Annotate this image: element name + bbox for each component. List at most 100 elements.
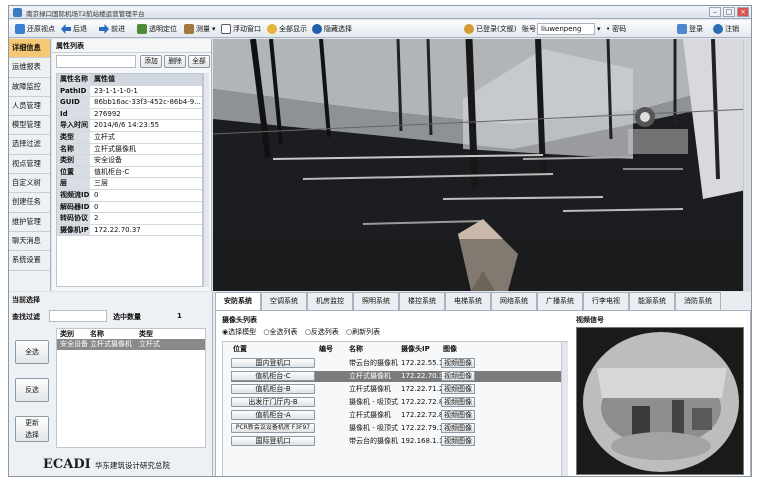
tab-network[interactable]: 网络系统 — [491, 292, 537, 310]
view-video-button[interactable]: 视频图像 — [441, 371, 475, 381]
account-label: 账号 — [522, 25, 536, 33]
view-video-button[interactable]: 视频图像 — [441, 436, 475, 446]
table-row[interactable]: 类型 立杆式 — [57, 131, 202, 144]
sidebar-item-people[interactable]: 人员管理 — [9, 97, 50, 117]
sidebar-item-filter[interactable]: 选择过滤 — [9, 135, 50, 155]
location-button[interactable]: 出发厅门厅内-B — [231, 397, 315, 407]
table-row[interactable]: Id 276992 — [57, 108, 202, 121]
location-button[interactable]: 值机柜台-A — [231, 410, 315, 420]
camera-table-scrollbar[interactable] — [561, 342, 568, 476]
tab-building-control[interactable]: 楼控系统 — [399, 292, 445, 310]
tab-machine-room[interactable]: 机房监控 — [307, 292, 353, 310]
tab-hvac[interactable]: 空调系统 — [261, 292, 307, 310]
sidebar-item-chat[interactable]: 聊天消息 — [9, 232, 50, 252]
sidebar-item-reports[interactable]: 运维报表 — [9, 58, 50, 78]
close-button[interactable]: × — [737, 7, 749, 17]
invert-selection-button[interactable]: 反选 — [15, 378, 49, 402]
sidebar-item-faults[interactable]: 故障监控 — [9, 78, 50, 97]
view-video-button[interactable]: 视频图像 — [441, 423, 475, 433]
minimize-button[interactable]: – — [709, 7, 721, 17]
tab-broadcast[interactable]: 广播系统 — [537, 292, 583, 310]
filter-label: 查找过滤 — [12, 313, 40, 321]
count-value: 1 — [177, 312, 182, 320]
location-button[interactable]: 国内登机口 — [231, 358, 315, 368]
select-all-button[interactable]: 全选 — [15, 340, 49, 364]
3d-viewport[interactable] — [213, 39, 751, 291]
view-video-button[interactable]: 视频图像 — [441, 358, 475, 368]
update-selection-button[interactable]: 更新 选择 — [15, 416, 49, 442]
table-row[interactable]: 层三层 — [57, 178, 202, 190]
account-input[interactable]: liuwenpeng — [537, 23, 595, 35]
location-button[interactable]: 值机柜台-C — [231, 371, 315, 381]
footer-logo: ECADI 华东建筑设计研究总院 — [43, 457, 170, 472]
password-field[interactable]: • 密码 — [606, 23, 626, 35]
table-row[interactable]: 出发厅门厅内-B 摄像机 - 吸顶式 172.22.72.82 视频图像 — [231, 397, 564, 408]
login-button[interactable]: 登录 — [677, 23, 703, 35]
delete-button[interactable]: 删除 — [164, 55, 186, 68]
tab-baggage-tv[interactable]: 行李电视 — [583, 292, 629, 310]
forward-button[interactable]: 前进 — [99, 23, 125, 35]
hide-selection-button[interactable]: 隐藏选择 — [312, 23, 352, 35]
measure-button[interactable]: 测量 ▾ — [184, 23, 216, 35]
table-row[interactable]: 值机柜台-A 立杆式摄像机 172.22.72.84 视频图像 — [231, 410, 564, 421]
video-signal-title: 视频信号 — [576, 316, 604, 324]
app-icon — [13, 8, 22, 17]
sidebar-item-create-task[interactable]: 创建任务 — [9, 193, 50, 213]
table-row[interactable]: 视频流ID 0 — [57, 189, 202, 202]
user-icon — [464, 24, 474, 34]
table-row[interactable]: 类别 安全设备 — [57, 155, 202, 167]
table-row[interactable]: 国内登机口 带云台的摄像机 172.22.55.12 视频图像 — [231, 358, 564, 369]
video-feed[interactable] — [576, 327, 744, 475]
show-all-button[interactable]: 全部显示 — [267, 23, 307, 35]
selection-title: 当前选择 — [12, 296, 40, 304]
table-row[interactable]: 摄像机IP 172.22.70.37 — [57, 224, 202, 237]
sidebar-item-details[interactable]: 详细信息 — [9, 39, 50, 59]
maximize-button[interactable]: □ — [723, 7, 735, 17]
table-row[interactable]: PCR新会议设备机房 F3F97 摄像机 - 吸顶式 172.22.79.11 … — [231, 423, 564, 434]
table-row[interactable]: 导入时间 2014/6/6 14:23:55 — [57, 120, 202, 132]
selection-list: 类别 名称 类型 安全设备 立杆式摄像机 立杆式 — [56, 328, 206, 448]
tab-fire[interactable]: 消防系统 — [675, 292, 721, 310]
window-icon — [221, 24, 231, 34]
view-video-button[interactable]: 视频图像 — [441, 397, 475, 407]
viewport-scrollbar[interactable] — [743, 39, 751, 291]
tab-energy[interactable]: 能源系统 — [629, 292, 675, 310]
table-row[interactable]: 解码器ID 0 — [57, 201, 202, 214]
table-row[interactable]: 转码协议 2 — [57, 213, 202, 225]
sidebar-item-models[interactable]: 模型管理 — [9, 116, 50, 136]
table-row[interactable]: 位置 值机柜台-C — [57, 166, 202, 179]
attribute-search-input[interactable] — [56, 55, 136, 68]
attribute-panel: 属性列表 添加 删除 全部 属性名称 属性值 PathID 23-1-1-1-0-1… — [52, 39, 212, 291]
logout-button[interactable]: 注销 — [713, 23, 739, 35]
sidebar-item-viewpoints[interactable]: 视点管理 — [9, 155, 50, 175]
sidebar-item-custom-tree[interactable]: 自定义树 — [9, 174, 50, 194]
account-dropdown-icon[interactable]: ▾ — [597, 23, 601, 35]
tab-elevator[interactable]: 电梯系统 — [445, 292, 491, 310]
restore-view-button[interactable]: 还原视点 — [15, 23, 55, 35]
back-button[interactable]: 后退 — [61, 23, 87, 35]
view-video-button[interactable]: 视频图像 — [441, 410, 475, 420]
radio-icon[interactable]: ○ — [305, 328, 311, 336]
tab-security[interactable]: 安防系统 — [215, 292, 261, 310]
location-button[interactable]: 国际登机口 — [231, 436, 315, 446]
sidebar-item-settings[interactable]: 系统设置 — [9, 251, 50, 271]
tab-lighting[interactable]: 照明系统 — [353, 292, 399, 310]
transparent-locate-button[interactable]: 透明定位 — [137, 23, 177, 35]
floating-window-button[interactable]: 浮动窗口 — [221, 23, 261, 35]
location-button[interactable]: PCR新会议设备机房 F3F97 — [231, 423, 315, 433]
table-row[interactable]: GUID 86bb16ac-33f3-452c-86b4-9... — [57, 97, 202, 109]
table-row[interactable]: 名称 立杆式摄像机 — [57, 143, 202, 156]
filter-input[interactable] — [49, 310, 107, 322]
table-row[interactable]: 值机柜台-C 立杆式摄像机 172.22.70.37 视频图像 — [231, 371, 564, 382]
sidebar-item-maintenance[interactable]: 维护管理 — [9, 213, 50, 232]
add-button[interactable]: 添加 — [140, 55, 162, 68]
table-row[interactable]: PathID 23-1-1-1-0-1 — [57, 85, 202, 98]
location-button[interactable]: 值机柜台-B — [231, 384, 315, 394]
table-row[interactable]: 值机柜台-B 立杆式摄像机 172.22.71.25 视频图像 — [231, 384, 564, 395]
restore-view-icon — [15, 24, 25, 34]
view-video-button[interactable]: 视频图像 — [441, 384, 475, 394]
list-item[interactable]: 安全设备 立杆式摄像机 立杆式 — [57, 339, 205, 350]
table-row[interactable]: 国际登机口 带云台的摄像机 192.168.1.1 视频图像 — [231, 436, 564, 447]
all-button[interactable]: 全部 — [188, 55, 210, 68]
attribute-scrollbar[interactable] — [203, 73, 209, 287]
